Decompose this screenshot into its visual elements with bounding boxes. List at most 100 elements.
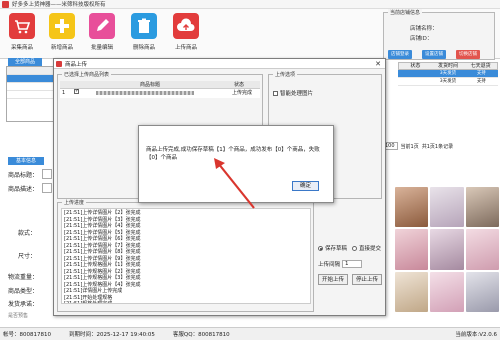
field-label-type: 商品类型： (8, 288, 39, 295)
ok-button[interactable]: 确定 (292, 181, 319, 191)
toolbar-label: 采集商品 (10, 45, 33, 51)
product-image[interactable] (395, 271, 429, 312)
table-header (7, 67, 55, 75)
cart-icon (9, 13, 35, 39)
upload-complete-message: 商品上传完成,成功保存草稿【1】个商品，成功发布【0】个商品，失败【0】个商品 … (138, 125, 334, 203)
description-input[interactable] (42, 183, 52, 193)
upload-dialog-titlebar: 商品上传 (54, 59, 385, 69)
version-text: 当前版本:V2.0.6 (455, 332, 497, 338)
field-label-title: 商品标题： (8, 172, 39, 179)
toolbar-label: 批量编辑 (90, 45, 113, 51)
field-label-delivery: 发货承诺： (8, 301, 39, 308)
row-index: 1 (62, 90, 66, 96)
upload-products-button[interactable]: 上传商品 (168, 13, 204, 51)
switch-store-button[interactable]: 切换店铺 (456, 50, 480, 59)
dialog-logo-icon (56, 60, 62, 67)
upload-dialog-title: 商品上传 (65, 61, 88, 68)
stop-upload-button[interactable]: 停止上传 (352, 274, 382, 285)
save-draft-option[interactable]: 保存草稿 (318, 244, 347, 252)
product-image[interactable] (395, 229, 429, 270)
row-checkbox[interactable] (74, 87, 79, 96)
account-text: 帐号：800817810 (3, 332, 51, 338)
store-info-panel: 当前店铺信息 店铺名称： 店铺ID： 店铺登录 设置店铺 切换店铺 (383, 9, 495, 60)
status-bar: 帐号：800817810 到期时间：2025-12-17 19:40:05 客服… (0, 327, 500, 340)
upload-progress-group: 上传进度 [21:51]上传详情图片【2】张完成 [21:51]上传详情图片【3】… (57, 199, 314, 312)
title-input[interactable] (42, 169, 52, 179)
close-icon[interactable]: ✕ (375, 60, 381, 68)
product-image[interactable] (430, 229, 464, 270)
row-product-title (96, 89, 194, 98)
product-grid-header: 状态 发货时间 七天退货 (398, 62, 498, 70)
save-draft-radio[interactable] (318, 245, 323, 251)
trash-icon (131, 13, 157, 39)
row-status: 上传完成 (232, 90, 253, 96)
grid-col-delivery: 发货时间 (438, 63, 459, 69)
start-upload-button[interactable]: 开始上传 (318, 274, 348, 285)
product-image[interactable] (430, 271, 464, 312)
app-titlebar: 好多多上货神器——米筛科技版权所有 (0, 0, 500, 9)
field-label-size: 尺寸： (18, 253, 37, 260)
table-row[interactable]: 3天发货 支持 (398, 78, 498, 86)
store-login-button[interactable]: 店铺登录 (388, 50, 412, 59)
table-row[interactable] (7, 83, 55, 91)
store-id-label: 店铺ID： (410, 36, 433, 42)
smart-image-checkbox[interactable] (273, 90, 278, 96)
upload-interval-input[interactable]: 1 (342, 260, 363, 268)
product-image[interactable] (430, 187, 464, 228)
expire-text: 到期时间：2025-12-17 19:40:05 (69, 332, 155, 338)
grid-cell: 支持 (476, 79, 486, 84)
table-row[interactable] (7, 75, 55, 83)
field-label-weight: 物流重量： (8, 274, 39, 281)
grid-cell: 3天发货 (439, 71, 457, 76)
app-title: 好多多上货神器——米筛科技版权所有 (12, 2, 106, 8)
field-label-style: 款式： (18, 230, 37, 237)
product-image[interactable] (395, 187, 429, 228)
smart-image-label: 智能处理图片 (280, 91, 314, 97)
table-row[interactable]: 1 上传完成 (60, 87, 260, 98)
direct-submit-radio[interactable] (352, 245, 357, 251)
col-product-title: 商品标题 (140, 82, 161, 88)
batch-edit-button[interactable]: 批量编辑 (84, 13, 120, 51)
table-row[interactable]: 3天发货 支持 (398, 70, 498, 78)
cloud-upload-icon (173, 13, 199, 39)
presale-label: 是否预售 (8, 313, 29, 319)
upload-list-header: 商品标题 状态 (60, 81, 260, 89)
pencil-icon (89, 13, 115, 39)
upload-interval: 上传间隔 1 (318, 260, 363, 268)
add-product-button[interactable]: 新增商品 (44, 13, 80, 51)
grid-cell (398, 70, 431, 77)
plus-icon (49, 13, 75, 39)
field-label-description: 商品描述： (8, 186, 39, 193)
product-image[interactable] (465, 229, 499, 270)
grid-col-status: 状态 (410, 63, 421, 69)
upload-options-legend: 上传选项 (273, 71, 298, 78)
grid-cell: 3天发货 (439, 79, 457, 84)
grid-cell (398, 78, 431, 85)
toolbar-label: 上传商品 (174, 45, 197, 51)
product-image-gallery (395, 187, 499, 312)
grid-cell: 支持 (476, 71, 486, 76)
toolbar-label: 新增商品 (50, 45, 73, 51)
upload-log[interactable]: [21:51]上传详情图片【2】张完成 [21:51]上传详情图片【3】张完成 [2… (61, 208, 311, 304)
store-settings-button[interactable]: 设置店铺 (422, 50, 446, 59)
product-image[interactable] (465, 187, 499, 228)
product-image[interactable] (465, 271, 499, 312)
direct-submit-option[interactable]: 直接提交 (352, 244, 381, 252)
table-row[interactable] (7, 91, 55, 99)
direct-submit-label: 直接提交 (359, 246, 382, 252)
message-text: 商品上传完成,成功保存草稿【1】个商品，成功发布【0】个商品，失败【0】个商品 (146, 147, 320, 161)
store-info-legend: 当前店铺信息 (388, 9, 423, 16)
tab-basic-info[interactable]: 基本信息 (8, 157, 44, 165)
collect-products-button[interactable]: 采集商品 (4, 13, 40, 51)
toolbar-label: 删除商品 (132, 45, 155, 51)
current-page: 当前1页 (400, 143, 419, 150)
delete-product-button[interactable]: 删除商品 (126, 13, 162, 51)
save-draft-label: 保存草稿 (325, 246, 348, 252)
upload-progress-legend: 上传进度 (62, 199, 87, 206)
tab-all-products[interactable]: 全部商品 (8, 58, 42, 66)
grid-col-return: 七天退货 (470, 63, 491, 69)
app-logo-icon (2, 0, 9, 8)
smart-image-option[interactable]: 智能处理图片 (273, 89, 313, 97)
support-qq-text: 客服QQ：800817810 (172, 332, 230, 338)
selected-products-legend: 已选择上传商品列表 (62, 71, 112, 78)
